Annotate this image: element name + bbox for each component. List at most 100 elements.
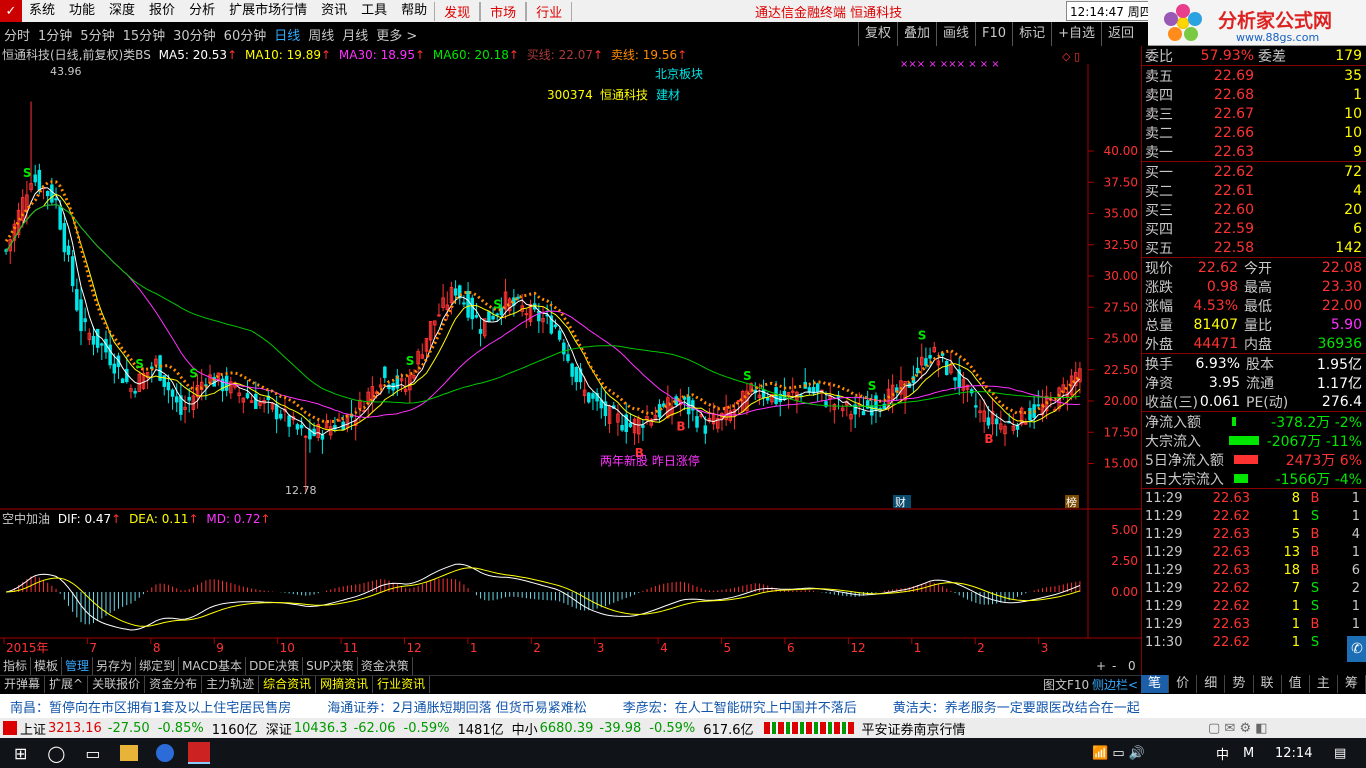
buy-level[interactable]: 买二 22.61 4 [1142,181,1366,200]
tool-adjust-button[interactable]: 复权 [857,22,897,46]
tab-sup[interactable]: SUP决策 [303,657,358,675]
sz-index[interactable]: 10436.3 [294,721,348,736]
menu-item-help[interactable]: 帮助 [394,0,434,22]
period-daily[interactable]: 日线 [270,25,304,44]
period-5min[interactable]: 5分钟 [76,25,118,44]
btn-extend[interactable]: 扩展^ [45,676,89,693]
news-item[interactable]: 李彦宏：在人工智能研究上中国并不落后 [595,697,865,716]
menu-item-depth[interactable]: 深度 [102,0,142,22]
tool-mark-button[interactable]: 标记 [1012,22,1051,46]
rtab-ticks[interactable]: 笔 [1141,675,1170,693]
sell-level[interactable]: 卖一 22.63 9 [1142,142,1366,161]
period-15min[interactable]: 15分钟 [119,25,170,44]
sell-level[interactable]: 卖五 22.69 35 [1142,66,1366,85]
menu-item-analysis[interactable]: 分析 [182,0,222,22]
btn-industry-news[interactable]: 行业资讯 [373,676,431,693]
period-monthly[interactable]: 月线 [338,25,372,44]
tick-row[interactable]: 11:29 22.63 5 B 4 [1142,525,1366,543]
rtab-price[interactable]: 价 [1169,675,1198,693]
menu-item-ext-market[interactable]: 扩展市场行情 [222,0,314,22]
tool-draw-button[interactable]: 画线 [936,22,975,46]
tab-fund[interactable]: 资金决策 [358,657,413,675]
rtab-value[interactable]: 值 [1282,675,1310,693]
menu-item-tools[interactable]: 工具 [354,0,394,22]
btn-danmaku[interactable]: 开弹幕 [0,676,46,693]
menu-item-quote[interactable]: 报价 [142,0,182,22]
app-logo-icon[interactable]: ✓ [0,0,22,22]
sh-index[interactable]: 3213.16 [48,721,102,736]
rtab-trend[interactable]: 势 [1225,675,1254,693]
period-30min[interactable]: 30分钟 [169,25,220,44]
tool-f10-button[interactable]: F10 [975,22,1012,46]
news-item[interactable]: 南昌：暂停向在市区拥有1套及以上住宅居民售房 [0,697,299,716]
tick-row[interactable]: 11:29 22.63 13 B 1 [1142,543,1366,561]
zoom-out-button[interactable]: - [1112,659,1116,673]
tray-icons[interactable]: 📶 ▭ 🔊 [1092,746,1145,761]
tool-overlay-button[interactable]: 叠加 [897,22,936,46]
tick-row[interactable]: 11:3022.621S1 [1142,633,1366,651]
notification-icon[interactable]: ▤ [1334,746,1346,761]
rtab-detail[interactable]: 细 [1197,675,1226,693]
sell-level[interactable]: 卖四 22.68 1 [1142,85,1366,104]
menu-market[interactable]: 市场 [480,1,527,21]
explorer-icon[interactable] [120,745,139,761]
chat-float-icon[interactable]: ✆ [1347,636,1366,662]
taskview-icon[interactable]: ▭ [85,744,100,763]
btn-main-track[interactable]: 主力轨迹 [202,676,260,693]
expand-icon[interactable]: ◇ ▯ [1062,50,1080,63]
ime-mode[interactable]: M [1243,746,1254,761]
menu-industry[interactable]: 行业 [526,1,573,21]
search-icon[interactable]: ◯ [47,744,65,763]
btn-sidebar[interactable]: 侧边栏< [1092,676,1138,693]
tick-row[interactable]: 11:29 22.62 1 S 1 [1142,597,1366,615]
news-item[interactable]: 海通证券：2月通胀短期回落 但货币易紧难松 [299,697,594,716]
status-logo-icon[interactable] [3,721,17,735]
rtab-chip[interactable]: 筹 [1338,675,1366,693]
tick-row[interactable]: 11:29 22.62 7 S 2 [1142,579,1366,597]
sell-level[interactable]: 卖二 22.66 10 [1142,123,1366,142]
menu-item-news[interactable]: 资讯 [314,0,354,22]
menu-item-system[interactable]: 系统 [22,0,62,22]
menu-item-function[interactable]: 功能 [62,0,102,22]
tick-row[interactable]: 11:29 22.63 1 B 1 [1142,615,1366,633]
start-icon[interactable]: ⊞ [14,744,27,763]
btn-general-news[interactable]: 综合资讯 [259,676,317,693]
browser-icon[interactable] [156,744,175,762]
btn-web-news[interactable]: 网摘资讯 [316,676,374,693]
tab-template[interactable]: 模板 [31,657,63,675]
tab-macd[interactable]: MACD基本 [179,657,247,675]
tab-manage[interactable]: 管理 [62,657,94,675]
tick-row[interactable]: 11:29 22.62 1 S 1 [1142,507,1366,525]
chart-area[interactable]: 40.0037.5035.0032.5030.0027.5025.0022.50… [0,46,1141,657]
buy-level[interactable]: 买三 22.60 20 [1142,200,1366,219]
rtab-main[interactable]: 主 [1310,675,1338,693]
sell-level[interactable]: 卖三 22.67 10 [1142,104,1366,123]
period-60min[interactable]: 60分钟 [220,25,271,44]
zoom-in-button[interactable]: + [1096,659,1106,673]
btn-fund-dist[interactable]: 资金分布 [145,676,203,693]
period-more[interactable]: 更多 > [372,25,421,44]
period-1min[interactable]: 1分钟 [34,25,76,44]
rtab-related[interactable]: 联 [1254,675,1282,693]
tool-watchlist-button[interactable]: +自选 [1051,22,1101,46]
zoom-reset-button[interactable]: 0 [1128,659,1136,673]
buy-level[interactable]: 买五 22.58 142 [1142,238,1366,257]
buy-level[interactable]: 买一 22.62 72 [1142,162,1366,181]
news-item[interactable]: 黄洁夫：养老服务一定要跟医改结合在一起 [865,697,1148,716]
buy-level[interactable]: 买四 22.59 6 [1142,219,1366,238]
status-icons[interactable]: ▢ ✉ ⚙ ◧ [1208,721,1268,736]
tdx-taskbar-icon[interactable] [188,742,211,764]
period-weekly[interactable]: 周线 [304,25,338,44]
zx-index[interactable]: 6680.39 [540,721,594,736]
tab-bind[interactable]: 绑定到 [136,657,180,675]
tick-row[interactable]: 11:29 22.63 18 B 6 [1142,561,1366,579]
tab-dde[interactable]: DDE决策 [246,657,304,675]
tab-indicator[interactable]: 指标 [0,657,32,675]
period-fenshi[interactable]: 分时 [0,25,34,44]
tick-row[interactable]: 11:29 22.63 8 B 1 [1142,489,1366,507]
tab-save-as[interactable]: 另存为 [93,657,137,675]
btn-related[interactable]: 关联报价 [88,676,146,693]
btn-f10-text[interactable]: 图文F10 [1043,676,1089,693]
ime-lang[interactable]: 中 [1216,744,1229,763]
menu-discover[interactable]: 发现 [434,1,481,21]
